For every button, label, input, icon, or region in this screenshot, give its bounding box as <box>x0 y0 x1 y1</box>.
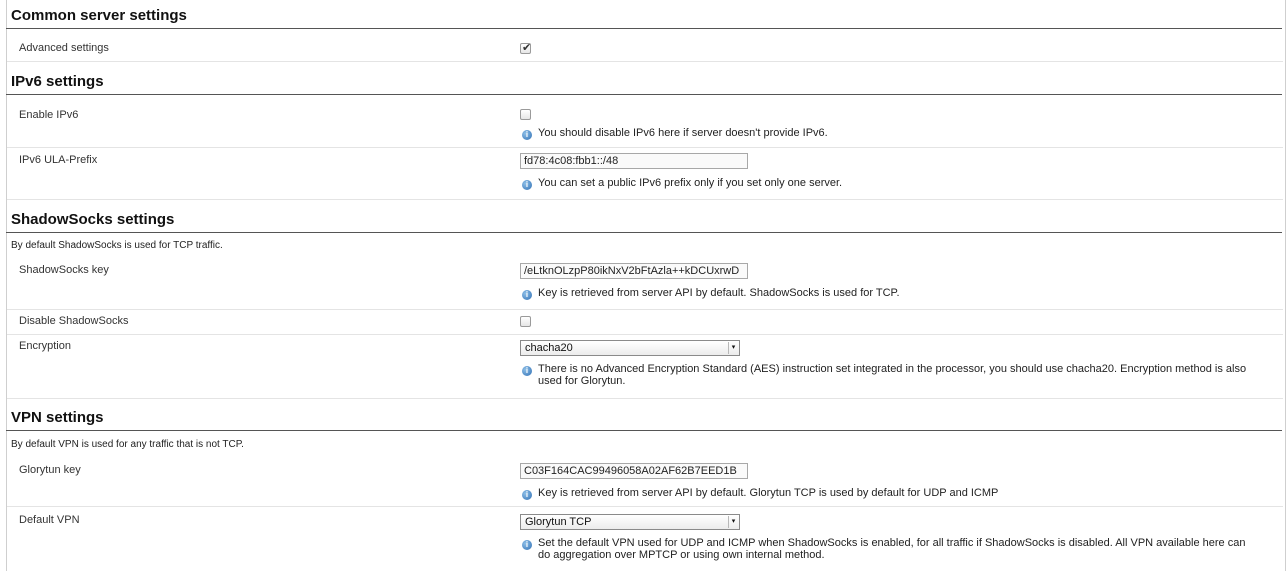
row-advanced-settings: Advanced settings ✔ <box>7 33 1283 62</box>
dropdown-arrow-icon: ▾ <box>728 516 738 528</box>
info-icon: i <box>522 180 532 190</box>
info-icon: i <box>522 290 532 300</box>
row-shadowsocks-key: ShadowSocks key /eLtknOLzpP80ikNxV2bFtAz… <box>7 256 1283 310</box>
encryption-select[interactable]: chacha20 ▾ <box>520 340 740 356</box>
advanced-settings-checkbox[interactable]: ✔ <box>520 42 532 54</box>
default-vpn-hint-text: Set the default VPN used for UDP and ICM… <box>538 537 1246 561</box>
glorytun-key-hint: i Key is retrieved from server API by def… <box>522 487 998 500</box>
vpn-description: By default VPN is used for any traffic t… <box>11 439 244 450</box>
section-title-common: Common server settings <box>6 7 1282 29</box>
shadowsocks-key-label: ShadowSocks key <box>19 264 109 276</box>
encryption-label: Encryption <box>19 340 71 352</box>
default-vpn-hint: i Set the default VPN used for UDP and IC… <box>522 537 1253 561</box>
info-icon: i <box>522 366 532 376</box>
row-disable-shadowsocks: Disable ShadowSocks <box>7 309 1283 335</box>
glorytun-key-input[interactable]: C03F164CAC99496058A02AF62B7EED1B <box>520 463 748 479</box>
enable-ipv6-checkbox[interactable] <box>520 109 531 120</box>
info-icon: i <box>522 540 532 550</box>
row-encryption: Encryption chacha20 ▾ i There is no Advan… <box>7 334 1283 399</box>
enable-ipv6-hint: i You should disable IPv6 here if server … <box>522 127 828 140</box>
section-title-shadowsocks: ShadowSocks settings <box>6 211 1282 233</box>
enable-ipv6-hint-text: You should disable IPv6 here if server d… <box>538 127 828 139</box>
info-icon: i <box>522 490 532 500</box>
row-enable-ipv6: Enable IPv6 i You should disable IPv6 her… <box>7 99 1283 148</box>
shadowsocks-key-input[interactable]: /eLtknOLzpP80ikNxV2bFtAzla++kDCUxrwD <box>520 263 748 279</box>
shadowsocks-key-hint-text: Key is retrieved from server API by defa… <box>538 287 900 299</box>
encryption-hint: i There is no Advanced Encryption Standar… <box>522 363 1253 387</box>
disable-shadowsocks-checkbox[interactable] <box>520 316 531 327</box>
encryption-hint-text: There is no Advanced Encryption Standard… <box>538 363 1247 387</box>
default-vpn-label: Default VPN <box>19 514 80 526</box>
row-ipv6-ula-prefix: IPv6 ULA-Prefix fd78:4c08:fbb1::/48 i You… <box>7 147 1283 200</box>
ipv6-ula-prefix-label: IPv6 ULA-Prefix <box>19 154 98 166</box>
default-vpn-select-value: Glorytun TCP <box>525 516 592 528</box>
encryption-select-value: chacha20 <box>525 342 573 354</box>
disable-shadowsocks-label: Disable ShadowSocks <box>19 315 129 327</box>
ipv6-ula-prefix-input[interactable]: fd78:4c08:fbb1::/48 <box>520 153 748 169</box>
glorytun-key-label: Glorytun key <box>19 464 81 476</box>
shadowsocks-description: By default ShadowSocks is used for TCP t… <box>11 240 223 251</box>
shadowsocks-key-hint: i Key is retrieved from server API by def… <box>522 287 900 300</box>
row-glorytun-key: Glorytun key C03F164CAC99496058A02AF62B7… <box>7 456 1283 507</box>
advanced-settings-label: Advanced settings <box>19 42 109 54</box>
info-icon: i <box>522 130 532 140</box>
enable-ipv6-label: Enable IPv6 <box>19 109 79 121</box>
ipv6-ula-prefix-hint: i You can set a public IPv6 prefix only i… <box>522 177 842 190</box>
dropdown-arrow-icon: ▾ <box>728 342 738 354</box>
section-title-ipv6: IPv6 settings <box>6 73 1282 95</box>
ipv6-ula-prefix-hint-text: You can set a public IPv6 prefix only if… <box>538 177 843 189</box>
default-vpn-select[interactable]: Glorytun TCP ▾ <box>520 514 740 530</box>
check-icon: ✔ <box>522 42 532 54</box>
section-title-vpn: VPN settings <box>6 409 1282 431</box>
row-default-vpn: Default VPN Glorytun TCP ▾ i Set the defa… <box>7 506 1283 570</box>
glorytun-key-hint-text: Key is retrieved from server API by defa… <box>538 487 999 499</box>
